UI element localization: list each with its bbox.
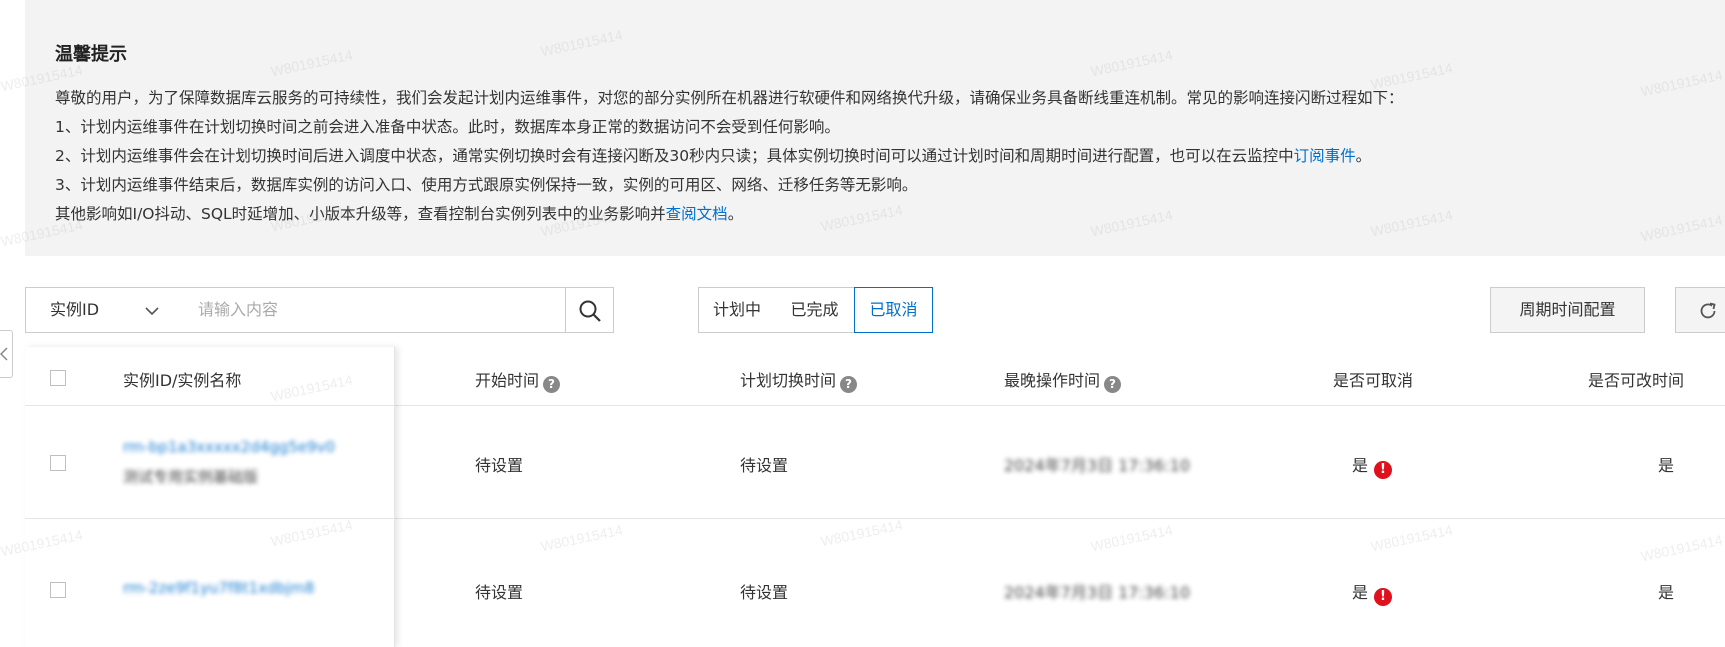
row-divider xyxy=(25,518,395,519)
row-2-checkbox[interactable] xyxy=(50,582,66,598)
notice-line-3-suffix: 。 xyxy=(1355,147,1372,165)
row-1-cancellable: 是! xyxy=(1352,452,1393,479)
notice-line-4: 3、计划内运维事件结束后，数据库实例的访问入口、使用方式跟原实例保持一致，实例的… xyxy=(55,176,918,194)
events-table: 开始时间? 计划切换时间? 最晚操作时间? 是否可取消 是否可改时间 待设置 待… xyxy=(25,347,1725,647)
header-cancellable: 是否可取消 xyxy=(1333,371,1414,390)
row-2-switch-time: 待设置 xyxy=(740,583,789,602)
notice-line-3: 2、计划内运维事件会在计划切换时间后进入调度中状态，通常实例切换时会有连接闪断及… xyxy=(55,144,1371,166)
row-1-changeable: 是 xyxy=(1658,456,1675,475)
notice-panel: 温馨提示 尊敬的用户，为了保障数据库云服务的可持续性，我们会发起计划内运维事件，… xyxy=(25,0,1725,256)
notice-line-5: 其他影响如I/O抖动、SQL时延增加、小版本升级等，查看控制台实例列表中的业务影… xyxy=(55,202,743,224)
notice-line-5-suffix: 。 xyxy=(727,205,744,223)
period-config-button[interactable]: 周期时间配置 xyxy=(1490,287,1645,333)
notice-line-1: 尊敬的用户，为了保障数据库云服务的可持续性，我们会发起计划内运维事件，对您的部分… xyxy=(55,89,1404,107)
search-input[interactable]: 请输入内容 xyxy=(174,287,566,333)
row-1-instance-id[interactable]: rm-bp1a3xxxxx2d4gg5e9v0 xyxy=(123,438,335,456)
tab-planned[interactable]: 计划中 xyxy=(698,287,776,333)
row-1-latest-op-time: 2024年7月3日 17:36:10 xyxy=(1004,456,1191,475)
refresh-button[interactable] xyxy=(1675,287,1725,333)
header-instance: 实例ID/实例名称 xyxy=(123,371,242,390)
header-start-time: 开始时间? xyxy=(475,367,561,393)
chevron-down-icon xyxy=(145,307,159,316)
tab-cancelled[interactable]: 已取消 xyxy=(854,287,933,333)
notice-title: 温馨提示 xyxy=(55,44,127,65)
row-1-switch-time: 待设置 xyxy=(740,456,789,475)
search-field-label: 实例ID xyxy=(50,300,100,319)
search-field-select[interactable]: 实例ID xyxy=(25,287,175,333)
header-changeable: 是否可改时间 xyxy=(1588,371,1685,390)
subscribe-event-link[interactable]: 订阅事件 xyxy=(1294,147,1356,165)
row-2-changeable: 是 xyxy=(1658,583,1675,602)
row-2-instance-id[interactable]: rm-2ze9f1yu7f8t1xdbjm8 xyxy=(123,579,314,597)
notice-line-3-text: 2、计划内运维事件会在计划切换时间后进入调度中状态，通常实例切换时会有连接闪断及… xyxy=(55,147,1294,165)
notice-line-5-text: 其他影响如I/O抖动、SQL时延增加、小版本升级等，查看控制台实例列表中的业务影… xyxy=(55,205,666,223)
help-icon[interactable]: ? xyxy=(1104,376,1122,393)
help-icon[interactable]: ? xyxy=(543,376,561,393)
refresh-icon xyxy=(1700,302,1716,319)
sidebar-collapse-handle[interactable] xyxy=(0,330,13,378)
notice-line-2: 1、计划内运维事件在计划切换时间之前会进入准备中状态。此时，数据库本身正常的数据… xyxy=(55,118,840,136)
search-button[interactable] xyxy=(565,287,614,333)
row-2-start-time: 待设置 xyxy=(475,583,524,602)
warning-icon[interactable]: ! xyxy=(1374,588,1393,606)
row-1-instance-name: 测试专用实例基础版 xyxy=(123,468,259,486)
search-placeholder: 请输入内容 xyxy=(198,300,279,319)
row-2-latest-op-time: 2024年7月3日 17:36:10 xyxy=(1004,583,1191,602)
row-1-start-time: 待设置 xyxy=(475,456,524,475)
header-divider xyxy=(25,405,395,406)
fixed-instance-column: 实例ID/实例名称 rm-bp1a3xxxxx2d4gg5e9v0 测试专用实例… xyxy=(25,347,395,647)
help-icon[interactable]: ? xyxy=(840,376,858,393)
view-docs-link[interactable]: 查阅文档 xyxy=(666,205,728,223)
header-latest-op-time: 最晚操作时间? xyxy=(1004,367,1122,393)
chevron-left-icon xyxy=(0,347,8,361)
row-1-checkbox[interactable] xyxy=(50,455,66,471)
row-2-cancellable: 是! xyxy=(1352,579,1393,606)
select-all-checkbox[interactable] xyxy=(50,370,66,386)
tab-completed[interactable]: 已完成 xyxy=(775,287,855,333)
warning-icon[interactable]: ! xyxy=(1374,461,1393,479)
header-switch-time: 计划切换时间? xyxy=(740,367,858,393)
search-icon xyxy=(579,300,601,322)
